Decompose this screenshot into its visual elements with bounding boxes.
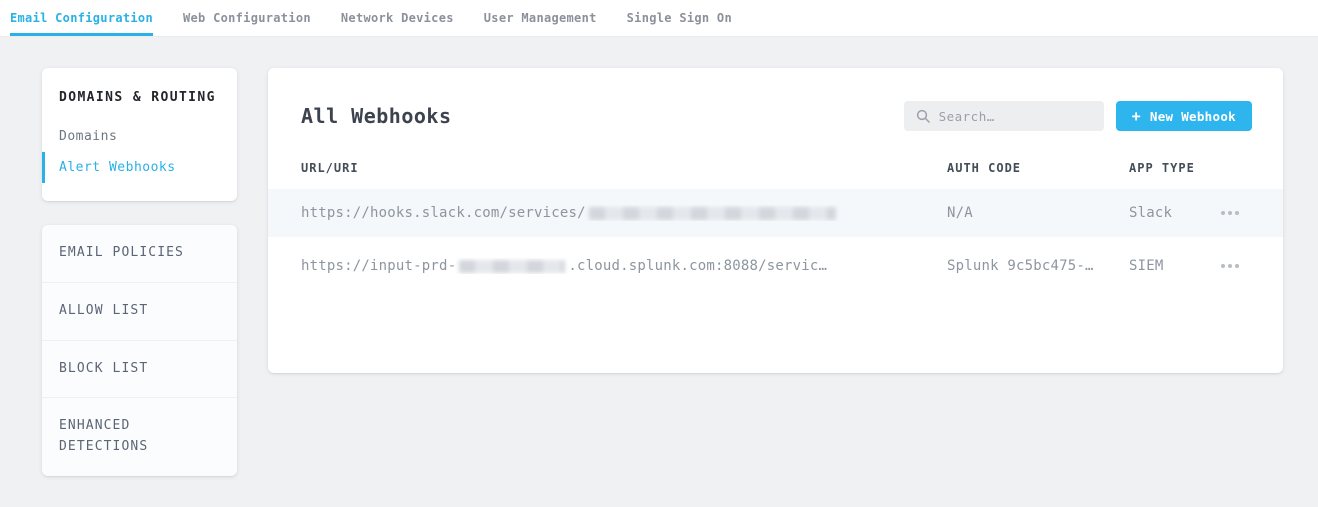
sidebar-sections-card: EMAIL POLICIES ALLOW LIST BLOCK LIST ENH…: [42, 225, 237, 476]
tab-network-devices[interactable]: Network Devices: [341, 0, 454, 36]
new-webhook-button-label: New Webhook: [1150, 109, 1236, 124]
page: Email Configuration Web Configuration Ne…: [0, 0, 1318, 507]
row-actions-ellipsis-icon[interactable]: [1219, 205, 1252, 221]
webhook-url-text: https://input-prd-: [301, 258, 456, 274]
sidebar-item-block-list[interactable]: BLOCK LIST: [42, 341, 237, 399]
webhook-url-cell: https://hooks.slack.com/services/: [301, 205, 947, 221]
search-box[interactable]: [904, 101, 1104, 131]
redacted-blur-block: [589, 207, 836, 220]
search-icon: [916, 109, 930, 123]
sidebar-item-alert-webhooks[interactable]: Alert Webhooks: [42, 152, 237, 183]
webhook-url-cell: https://input-prd- .cloud.splunk.com:808…: [301, 258, 947, 274]
all-webhooks-panel: All Webhooks + New Webhook URL/URI AUTH …: [268, 68, 1283, 373]
tab-single-sign-on[interactable]: Single Sign On: [627, 0, 732, 36]
table-row: https://input-prd- .cloud.splunk.com:808…: [268, 237, 1283, 295]
redacted-blur-block: [459, 260, 565, 273]
plus-icon: +: [1132, 109, 1141, 124]
panel-header: All Webhooks + New Webhook: [268, 68, 1283, 153]
table-header: URL/URI AUTH CODE APP TYPE: [268, 153, 1283, 189]
sidebar-item-enhanced-detections[interactable]: ENHANCED DETECTIONS: [42, 398, 237, 476]
page-title: All Webhooks: [301, 104, 452, 128]
column-header-app-type: APP TYPE: [1129, 161, 1219, 175]
auth-code-cell: N/A: [947, 205, 1129, 221]
sidebar-domains-routing-card: DOMAINS & ROUTING Domains Alert Webhooks: [42, 68, 237, 201]
sidebar-item-email-policies[interactable]: EMAIL POLICIES: [42, 225, 237, 283]
app-type-cell: SIEM: [1129, 258, 1219, 274]
webhook-url-text: https://hooks.slack.com/services/: [301, 205, 586, 221]
webhook-url-text: .cloud.splunk.com:8088/servic…: [568, 258, 827, 274]
header-actions: + New Webhook: [904, 101, 1252, 131]
auth-code-cell: Splunk 9c5bc475-…: [947, 258, 1129, 274]
tab-user-management[interactable]: User Management: [484, 0, 597, 36]
search-input[interactable]: [939, 109, 1092, 124]
sidebar-item-allow-list[interactable]: ALLOW LIST: [42, 283, 237, 341]
top-nav: Email Configuration Web Configuration Ne…: [0, 0, 1318, 37]
sidebar-section-title: DOMAINS & ROUTING: [42, 90, 237, 105]
sidebar-item-domains[interactable]: Domains: [42, 121, 237, 152]
column-header-url-uri: URL/URI: [301, 161, 947, 175]
table-row: https://hooks.slack.com/services/ N/A Sl…: [268, 189, 1283, 237]
column-header-auth-code: AUTH CODE: [947, 161, 1129, 175]
app-type-cell: Slack: [1129, 205, 1219, 221]
tab-web-configuration[interactable]: Web Configuration: [183, 0, 311, 36]
new-webhook-button[interactable]: + New Webhook: [1116, 101, 1252, 131]
row-actions-ellipsis-icon[interactable]: [1219, 258, 1252, 274]
tab-email-configuration[interactable]: Email Configuration: [10, 0, 153, 36]
